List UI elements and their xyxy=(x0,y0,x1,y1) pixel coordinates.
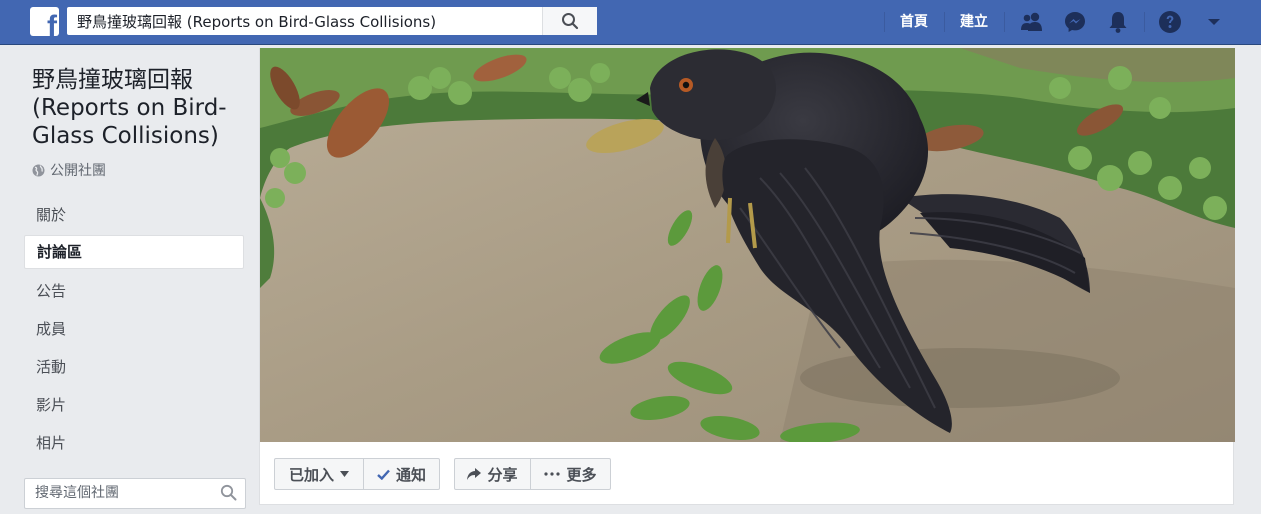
cover-photo[interactable] xyxy=(260,48,1235,442)
sidebar-item-about[interactable]: 關於 xyxy=(24,198,244,232)
create-link[interactable]: 建立 xyxy=(960,0,988,44)
notifications-button[interactable]: 通知 xyxy=(363,458,440,490)
group-search xyxy=(24,478,246,509)
more-button[interactable]: 更多 xyxy=(530,458,611,490)
share-button[interactable]: 分享 xyxy=(454,458,531,490)
nav-divider xyxy=(944,12,945,32)
account-menu-chevron-down-icon[interactable] xyxy=(1202,10,1226,34)
messenger-icon[interactable] xyxy=(1063,10,1087,34)
nav-divider xyxy=(1144,12,1145,32)
sidebar-item-events[interactable]: 活動 xyxy=(24,350,244,384)
share-arrow-icon xyxy=(467,468,482,480)
ellipsis-icon xyxy=(544,472,561,476)
more-button-label: 更多 xyxy=(566,465,597,484)
facebook-logo-letter: f xyxy=(47,10,57,37)
sidebar-item-videos[interactable]: 影片 xyxy=(24,388,244,422)
nav-divider xyxy=(1004,12,1005,32)
joined-button-label: 已加入 xyxy=(288,465,334,484)
globe-icon xyxy=(32,164,45,176)
global-search-input[interactable] xyxy=(67,7,543,35)
search-button[interactable] xyxy=(542,7,597,35)
facebook-logo-icon[interactable]: f xyxy=(30,7,59,36)
nav-divider xyxy=(884,12,885,32)
group-privacy: 公開社團 xyxy=(32,160,106,180)
search-icon xyxy=(562,13,579,30)
sidebar-item-members[interactable]: 成員 xyxy=(24,312,244,346)
caret-down-icon xyxy=(340,471,349,477)
sidebar-item-discussion[interactable]: 討論區 xyxy=(24,235,244,269)
home-link[interactable]: 首頁 xyxy=(900,0,928,44)
friend-requests-icon[interactable] xyxy=(1020,10,1044,34)
group-title[interactable]: 野鳥撞玻璃回報 (Reports on Bird-Glass Collision… xyxy=(32,66,246,150)
share-button-label: 分享 xyxy=(487,465,518,484)
help-question-icon[interactable] xyxy=(1158,10,1182,34)
group-search-input[interactable] xyxy=(25,479,211,506)
group-header-card: 已加入 通知 分享 更多 xyxy=(259,48,1235,505)
search-icon[interactable] xyxy=(220,484,237,501)
sidebar-item-announcements[interactable]: 公告 xyxy=(24,274,244,308)
global-search xyxy=(67,7,597,35)
joined-button[interactable]: 已加入 xyxy=(274,458,364,490)
notifications-button-label: 通知 xyxy=(395,465,426,484)
checkmark-icon xyxy=(377,469,390,480)
group-privacy-label: 公開社團 xyxy=(50,163,106,179)
top-navigation-bar: f 首頁 建立 xyxy=(0,0,1261,45)
notifications-bell-icon[interactable] xyxy=(1106,10,1130,34)
cover-photo-hawk-image xyxy=(260,48,1235,442)
sidebar-item-photos[interactable]: 相片 xyxy=(24,426,244,460)
